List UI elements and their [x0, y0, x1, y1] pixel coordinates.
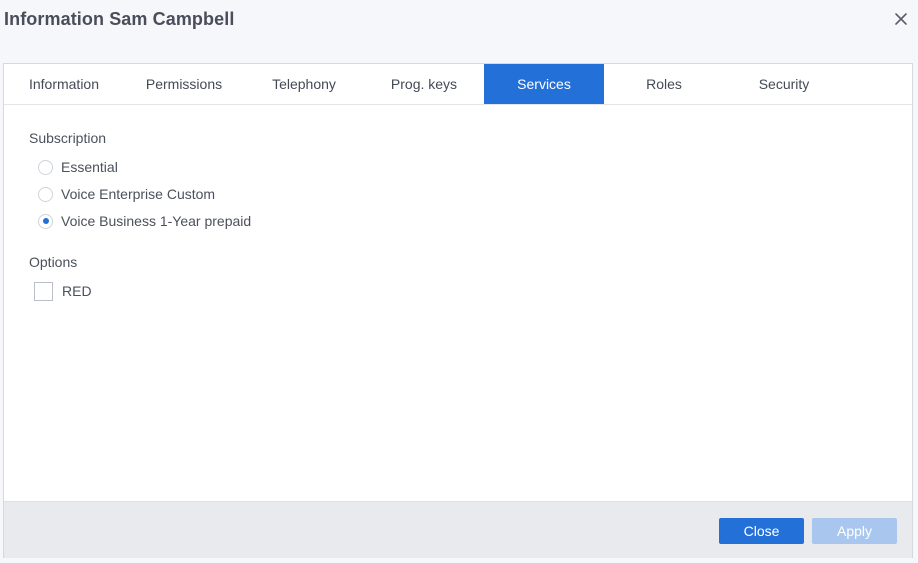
checkbox-label: RED	[62, 283, 92, 299]
radio-label: Voice Enterprise Custom	[61, 186, 216, 202]
radio-label: Essential	[61, 159, 118, 175]
tab-information[interactable]: Information	[4, 64, 124, 104]
tab-services[interactable]: Services	[484, 64, 604, 104]
tab-security[interactable]: Security	[724, 64, 844, 104]
dialog-title: Information Sam Campbell	[4, 9, 235, 29]
checkbox-red[interactable]: RED	[34, 281, 92, 301]
radio-button[interactable]	[38, 213, 53, 229]
radio-label: Voice Business 1-Year prepaid	[61, 213, 252, 229]
options-label: Options	[29, 254, 78, 270]
radio-button[interactable]	[38, 159, 53, 175]
radio-voice-business-prepaid[interactable]: Voice Business 1-Year prepaid	[38, 212, 251, 230]
radio-voice-enterprise-custom[interactable]: Voice Enterprise Custom	[38, 185, 215, 203]
dialog-panel: Information Permissions Telephony Prog. …	[3, 63, 913, 558]
tab-telephony[interactable]: Telephony	[244, 64, 364, 104]
tab-permissions[interactable]: Permissions	[124, 64, 244, 104]
apply-button[interactable]: Apply	[812, 518, 897, 544]
tab-roles[interactable]: Roles	[604, 64, 724, 104]
radio-essential[interactable]: Essential	[38, 158, 118, 176]
tab-prog-keys[interactable]: Prog. keys	[364, 64, 484, 104]
close-icon[interactable]	[892, 10, 910, 28]
radio-button[interactable]	[38, 186, 53, 202]
close-button[interactable]: Close	[719, 518, 804, 544]
tab-bar: Information Permissions Telephony Prog. …	[4, 64, 912, 105]
dialog-footer: Close Apply	[4, 501, 912, 558]
subscription-label: Subscription	[29, 130, 107, 146]
checkbox[interactable]	[34, 281, 53, 301]
